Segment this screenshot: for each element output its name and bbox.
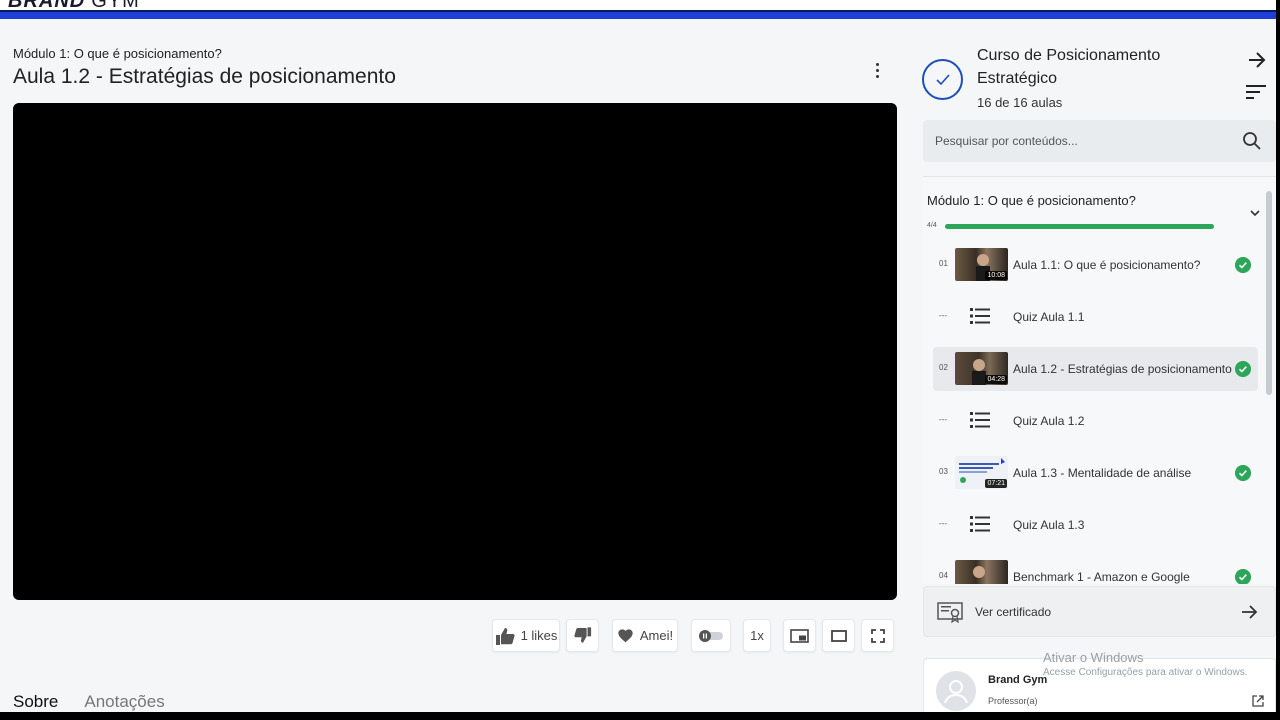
autoplay-toggle[interactable] bbox=[691, 619, 731, 652]
thumbs-down-icon bbox=[573, 627, 591, 643]
theater-mode-button[interactable] bbox=[822, 619, 855, 652]
video-player[interactable] bbox=[13, 103, 897, 600]
lesson-list-scrollbar[interactable] bbox=[1266, 191, 1272, 395]
arrow-right-icon bbox=[1242, 605, 1258, 619]
tab-sobre[interactable]: Sobre bbox=[13, 692, 58, 712]
list-icon bbox=[970, 412, 990, 428]
content-tabs: Sobre Anotações bbox=[13, 692, 165, 712]
like-button[interactable]: 1 likes bbox=[492, 619, 560, 652]
lesson-label: Aula 1.2 - Estratégias de posicionamento bbox=[1013, 362, 1232, 376]
lesson-number: --- bbox=[939, 311, 947, 320]
heart-icon bbox=[618, 629, 633, 643]
lesson-label: Quiz Aula 1.3 bbox=[1013, 518, 1085, 532]
lesson-number: 02 bbox=[939, 363, 948, 372]
lesson-thumbnail: 07:21 bbox=[955, 456, 1008, 489]
lesson-title: Aula 1.2 - Estratégias de posicionamento bbox=[13, 65, 396, 88]
certificate-label: Ver certificado bbox=[975, 605, 1052, 619]
likes-label: 1 likes bbox=[520, 628, 558, 643]
lesson-item[interactable]: --- Quiz Aula 1.2 bbox=[933, 399, 1258, 443]
chevron-down-icon[interactable] bbox=[1249, 207, 1261, 219]
tab-anotacoes[interactable]: Anotações bbox=[84, 692, 164, 712]
course-lesson-count: 16 de 16 aulas bbox=[977, 95, 1063, 110]
list-icon bbox=[970, 516, 990, 532]
module-progress-label: 4/4 bbox=[927, 222, 937, 229]
lesson-duration: 10:08 bbox=[985, 271, 1007, 280]
lesson-label: Aula 1.1: O que é posicionamento? bbox=[1013, 258, 1201, 272]
toggle-icon bbox=[699, 629, 723, 642]
lesson-duration: 07:21 bbox=[985, 479, 1007, 488]
lesson-item-selected[interactable]: 02 04:28 Aula 1.2 - Estratégias de posic… bbox=[933, 347, 1258, 391]
professor-name: Brand Gym bbox=[988, 674, 1048, 686]
kebab-menu-icon[interactable] bbox=[866, 58, 888, 82]
thumbs-up-icon bbox=[495, 627, 515, 645]
lesson-number: --- bbox=[939, 415, 947, 424]
lesson-item[interactable]: 03 07:21 Aula 1.3 - Mentalidade de análi… bbox=[933, 451, 1258, 495]
watermark-line-1: Ativar o Windows bbox=[1043, 650, 1144, 665]
fullscreen-icon bbox=[870, 628, 885, 643]
list-icon bbox=[970, 308, 990, 324]
lesson-label: Quiz Aula 1.2 bbox=[1013, 414, 1085, 428]
filter-icon[interactable] bbox=[1245, 82, 1267, 102]
search-box bbox=[923, 120, 1276, 162]
lesson-number: 01 bbox=[939, 259, 948, 268]
speed-button[interactable]: 1x bbox=[743, 619, 771, 652]
check-icon bbox=[1235, 257, 1251, 273]
theater-icon bbox=[830, 629, 847, 642]
module-subtitle: Módulo 1: O que é posicionamento? bbox=[13, 46, 222, 61]
pip-button[interactable] bbox=[783, 619, 816, 652]
lesson-item[interactable]: 04 Benchmark 1 - Amazon e Google bbox=[933, 555, 1258, 584]
speed-label: 1x bbox=[750, 628, 764, 643]
lesson-thumbnail bbox=[955, 560, 1008, 584]
course-title: Curso de Posicionamento Estratégico bbox=[977, 47, 1161, 87]
screen-edge bbox=[1276, 0, 1280, 720]
lesson-list-panel: Módulo 1: O que é posicionamento? 4/4 01… bbox=[923, 176, 1276, 584]
search-input[interactable] bbox=[935, 120, 1235, 162]
lesson-number: --- bbox=[939, 519, 947, 528]
module-progress-bar bbox=[945, 224, 1214, 229]
love-button[interactable]: Amei! bbox=[612, 619, 678, 652]
lesson-item[interactable]: 01 10:08 Aula 1.1: O que é posicionament… bbox=[933, 243, 1258, 287]
lesson-number: 04 bbox=[939, 571, 948, 580]
lesson-duration: 04:28 bbox=[985, 375, 1007, 384]
screen-edge bbox=[0, 712, 1280, 720]
professor-role: Professor(a) bbox=[988, 696, 1038, 706]
avatar-icon bbox=[936, 671, 976, 711]
pip-icon bbox=[790, 628, 809, 643]
lesson-thumbnail: 10:08 bbox=[955, 248, 1008, 281]
lesson-thumbnail: 04:28 bbox=[955, 352, 1008, 385]
dislike-button[interactable] bbox=[566, 619, 599, 652]
certificate-icon bbox=[937, 602, 963, 623]
module-title[interactable]: Módulo 1: O que é posicionamento? bbox=[927, 193, 1136, 208]
certificate-button[interactable]: Ver certificado bbox=[923, 586, 1276, 637]
check-icon bbox=[1235, 569, 1251, 584]
lesson-number: 03 bbox=[939, 467, 948, 476]
lesson-label: Benchmark 1 - Amazon e Google bbox=[1013, 570, 1190, 584]
lesson-label: Quiz Aula 1.1 bbox=[1013, 310, 1085, 324]
love-label: Amei! bbox=[639, 628, 674, 643]
fullscreen-button[interactable] bbox=[861, 619, 894, 652]
check-icon bbox=[1235, 465, 1251, 481]
course-complete-check-icon bbox=[922, 59, 963, 100]
check-icon bbox=[1235, 361, 1251, 377]
top-accent-line bbox=[0, 10, 1280, 19]
watermark-line-2: Acesse Configurações para ativar o Windo… bbox=[1043, 667, 1248, 678]
search-icon[interactable] bbox=[1242, 131, 1262, 151]
lesson-item[interactable]: --- Quiz Aula 1.3 bbox=[933, 503, 1258, 547]
external-link-icon[interactable] bbox=[1252, 695, 1264, 707]
windows-activation-watermark: Ativar o Windows Acesse Configurações pa… bbox=[1043, 650, 1248, 678]
lesson-label: Aula 1.3 - Mentalidade de análise bbox=[1013, 466, 1192, 480]
arrow-right-icon[interactable] bbox=[1246, 49, 1268, 71]
lesson-item[interactable]: --- Quiz Aula 1.1 bbox=[933, 295, 1258, 339]
